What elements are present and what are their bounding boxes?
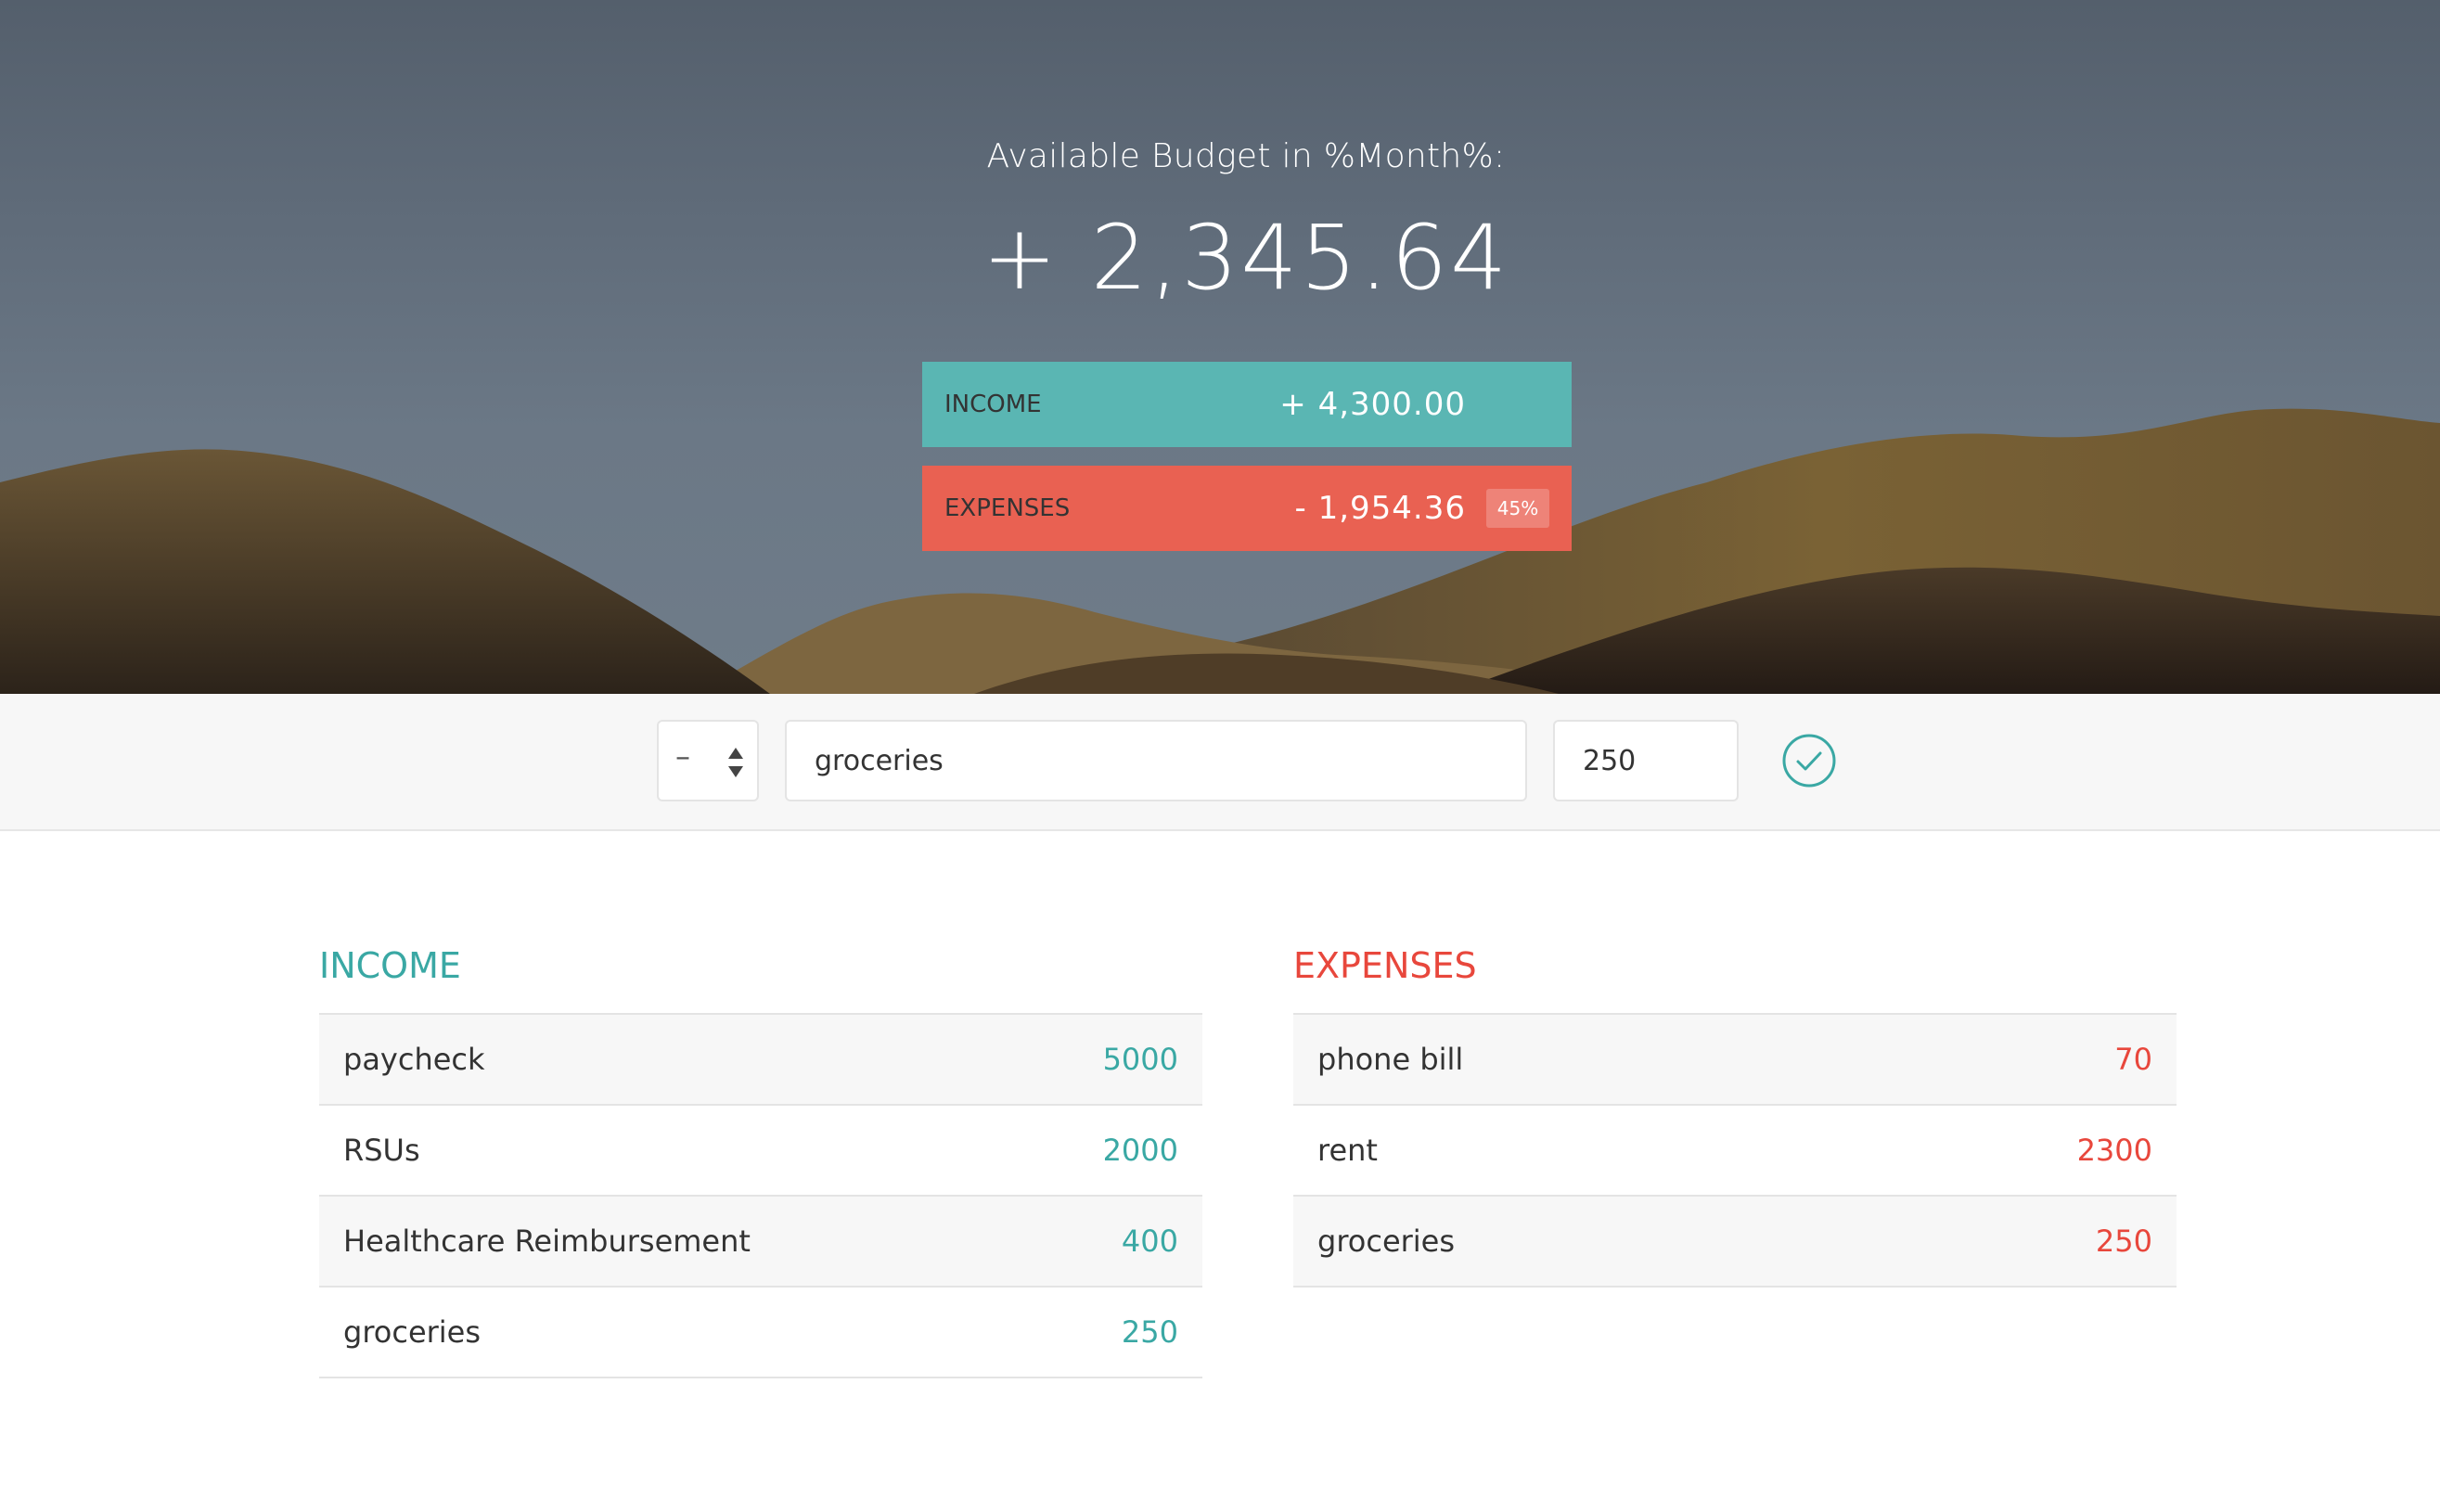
expense-item[interactable]: phone bill 70 (1293, 1015, 2177, 1106)
income-item[interactable]: groceries 250 (319, 1288, 1202, 1378)
expense-item-value: 70 (2114, 1042, 2152, 1077)
expenses-percentage-badge: 45% (1486, 489, 1549, 528)
expense-item-value: 2300 (2076, 1133, 2152, 1168)
expense-item[interactable]: groceries 250 (1293, 1197, 2177, 1288)
expense-item[interactable]: rent 2300 (1293, 1106, 2177, 1197)
income-item[interactable]: paycheck 5000 (319, 1015, 1202, 1106)
income-item-description: Healthcare Reimbursement (343, 1224, 751, 1259)
budget-header: Available Budget in %Month%: + 2,345.64 … (0, 0, 2440, 694)
add-item-bar: – (0, 694, 2440, 831)
check-circle-icon (1782, 734, 1836, 788)
expense-item-description: rent (1317, 1133, 1378, 1168)
income-item-description: paycheck (343, 1042, 485, 1077)
income-item-description: RSUs (343, 1133, 420, 1168)
expense-item-description: groceries (1317, 1224, 1456, 1259)
income-list: INCOME paycheck 5000 RSUs 2000 Healthcar… (319, 941, 1202, 1378)
add-item-button[interactable] (1781, 733, 1837, 788)
hills-background-image (0, 408, 2440, 694)
expenses-summary: EXPENSES - 1,954.36 45% (922, 466, 1572, 551)
income-summary-label: INCOME (944, 391, 1042, 418)
description-input[interactable] (785, 720, 1527, 801)
expenses-list: EXPENSES phone bill 70 rent 2300 groceri… (1293, 941, 2177, 1288)
expense-item-value: 250 (2095, 1224, 2152, 1259)
value-input[interactable] (1553, 720, 1739, 801)
expenses-summary-label: EXPENSES (944, 494, 1071, 522)
income-summary: INCOME + 4,300.00 (922, 362, 1572, 447)
type-select[interactable]: – (657, 720, 759, 801)
income-item-description: groceries (343, 1314, 482, 1350)
income-summary-value: + 4,300.00 (1279, 386, 1466, 423)
income-item[interactable]: RSUs 2000 (319, 1106, 1202, 1197)
income-list-title: INCOME (319, 941, 1202, 1015)
budget-value: + 2,345.64 (982, 206, 1510, 310)
expenses-list-title: EXPENSES (1293, 941, 2177, 1015)
expense-item-description: phone bill (1317, 1042, 1464, 1077)
income-item-value: 2000 (1102, 1133, 1178, 1168)
select-arrows-icon (728, 748, 743, 777)
income-item[interactable]: Healthcare Reimbursement 400 (319, 1197, 1202, 1288)
budget-title: Available Budget in %Month%: (986, 137, 1506, 175)
income-item-value: 5000 (1102, 1042, 1178, 1077)
income-rows: paycheck 5000 RSUs 2000 Healthcare Reimb… (319, 1015, 1202, 1378)
income-item-value: 400 (1121, 1224, 1178, 1259)
expenses-summary-value: - 1,954.36 (1294, 490, 1466, 527)
expenses-rows: phone bill 70 rent 2300 groceries 250 (1293, 1015, 2177, 1288)
income-item-value: 250 (1121, 1314, 1178, 1350)
type-select-value: – (675, 738, 690, 774)
